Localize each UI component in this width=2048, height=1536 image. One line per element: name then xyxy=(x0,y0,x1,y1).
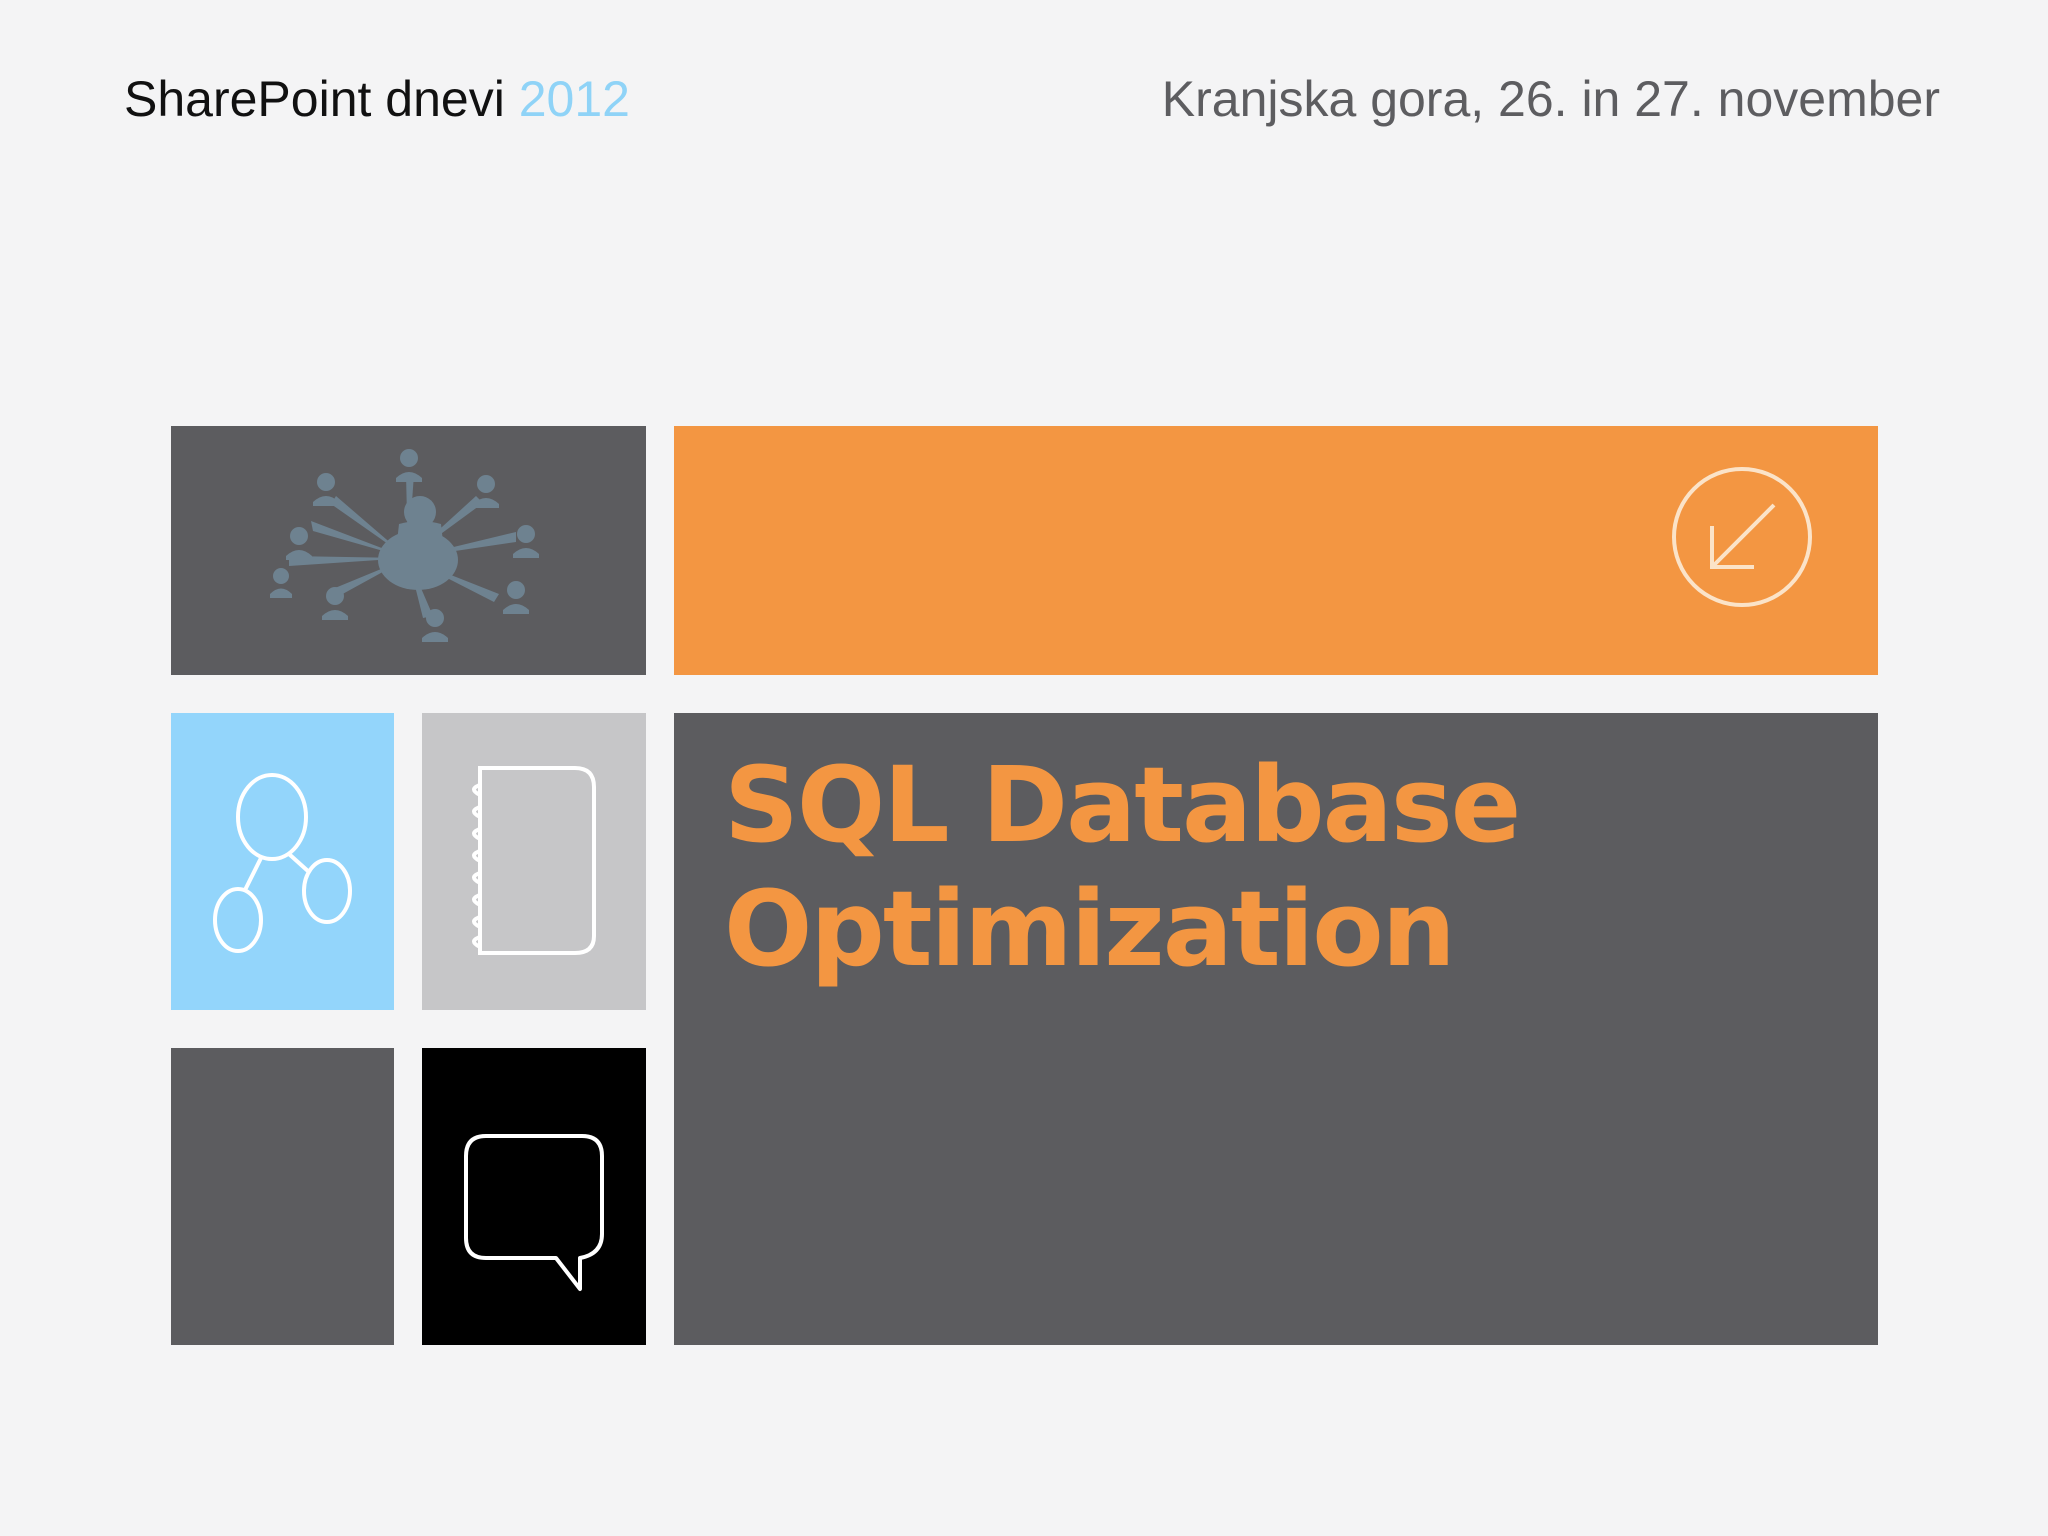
people-network-icon xyxy=(270,449,539,642)
event-title: SharePoint dnevi 2012 xyxy=(124,70,630,128)
title-line-1: SQL Database xyxy=(724,744,1521,866)
chat-tile xyxy=(422,1048,646,1345)
nodes-tile xyxy=(171,713,394,1010)
notebook-tile xyxy=(422,713,646,1010)
connected-nodes-icon xyxy=(213,773,352,953)
orange-banner-tile xyxy=(674,426,1878,675)
title-line-2: Optimization xyxy=(724,868,1456,990)
arrow-down-left-circle-icon xyxy=(1672,467,1812,607)
gray-tile xyxy=(171,1048,394,1345)
spiral-notebook-icon xyxy=(472,766,596,955)
event-name: SharePoint dnevi xyxy=(124,71,505,127)
network-tile xyxy=(171,426,646,675)
event-year: 2012 xyxy=(518,71,630,127)
page-title: SQL Database Optimization xyxy=(724,743,1521,991)
speech-bubble-icon xyxy=(464,1134,604,1291)
event-location-date: Kranjska gora, 26. in 27. november xyxy=(1161,71,1940,127)
title-tile: SQL Database Optimization xyxy=(674,713,1878,1345)
